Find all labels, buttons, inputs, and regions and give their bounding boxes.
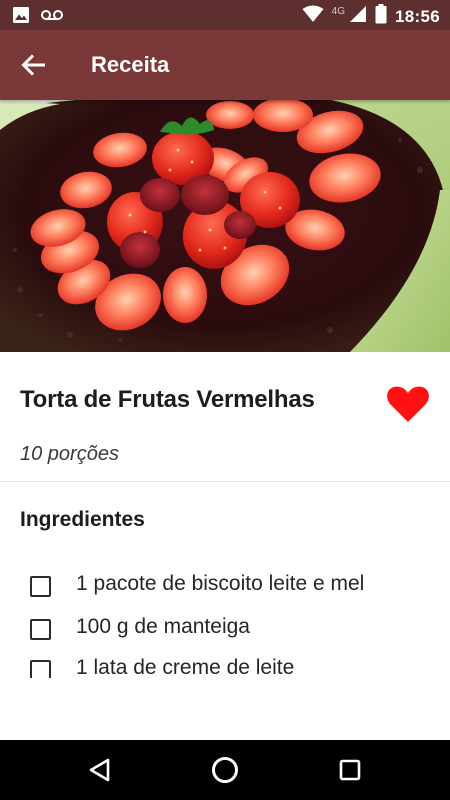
status-left-icons [12, 6, 64, 29]
network-type-label: 4G [331, 6, 346, 17]
favorite-button[interactable] [386, 384, 430, 424]
status-right-icons: 4G 18:56 [302, 4, 440, 29]
ingredient-label: 1 pacote de biscoito leite e mel [76, 572, 365, 595]
nav-recents-button[interactable] [334, 754, 366, 786]
servings-text: 10 porções [20, 443, 119, 465]
page-title: Receita [91, 52, 170, 77]
ingredient-checkbox[interactable] [30, 576, 51, 597]
nav-back-button[interactable] [85, 754, 117, 786]
heart-icon [386, 386, 430, 428]
ingredient-list: 1 pacote de biscoito leite e mel 100 g d… [0, 565, 450, 678]
voicemail-icon [40, 6, 64, 29]
status-bar: 4G 18:56 [0, 0, 450, 30]
ingredients-heading: Ingredientes [20, 508, 145, 531]
arrow-left-icon [14, 54, 54, 88]
recipe-title: Torta de Frutas Vermelhas [20, 386, 315, 413]
home-circle-icon [209, 757, 241, 790]
ingredient-label: 100 g de manteiga [76, 615, 250, 638]
ingredient-item[interactable]: 100 g de manteiga [0, 610, 450, 646]
ingredient-label: 1 lata de creme de leite [76, 656, 295, 678]
back-button[interactable] [14, 46, 54, 84]
ingredient-item[interactable]: 1 lata de creme de leite [0, 651, 450, 678]
ingredient-checkbox[interactable] [30, 619, 51, 640]
ingredient-item[interactable]: 1 pacote de biscoito leite e mel [0, 567, 450, 603]
ingredient-checkbox[interactable] [30, 660, 51, 678]
image-icon [12, 6, 30, 29]
back-triangle-icon [85, 758, 117, 790]
recipe-hero-image [0, 100, 450, 352]
status-time: 18:56 [395, 6, 440, 26]
nav-home-button[interactable] [209, 754, 241, 786]
app-bar: Receita [0, 30, 450, 100]
wifi-icon [302, 5, 324, 28]
signal-icon [349, 5, 367, 28]
recents-square-icon [334, 759, 366, 790]
battery-icon [375, 4, 387, 29]
section-divider [0, 481, 450, 482]
system-nav-bar [0, 740, 450, 800]
